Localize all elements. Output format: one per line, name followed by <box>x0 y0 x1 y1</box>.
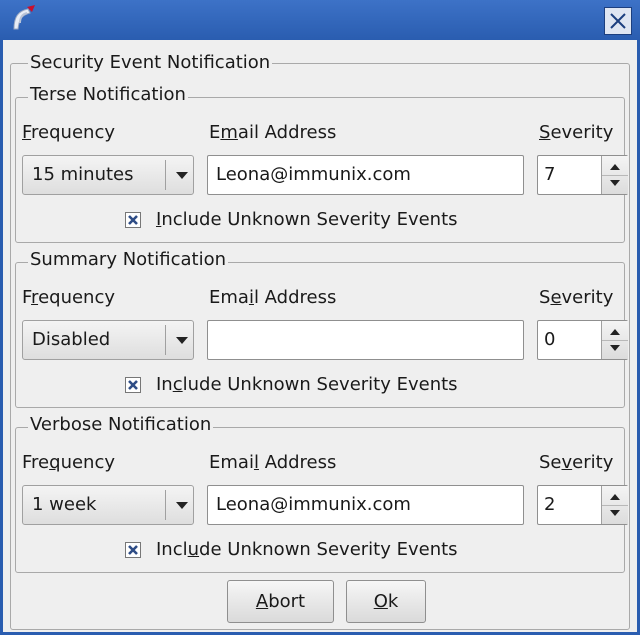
verbose-include-unknown-checkbox[interactable] <box>125 542 141 558</box>
checkmark-icon <box>128 380 138 390</box>
title-bar[interactable] <box>0 0 640 40</box>
summary-frequency-dropdown[interactable]: Disabled <box>22 320 194 360</box>
verbose-email-value: Leona@immunix.com <box>216 494 411 515</box>
terse-frequency-dropdown[interactable]: 15 minutes <box>22 155 194 195</box>
terse-severity-label: Severity <box>539 122 614 143</box>
spin-divider <box>602 340 628 341</box>
terse-include-unknown-label[interactable]: Include Unknown Severity Events <box>156 209 458 231</box>
verbose-email-label: Email Address <box>209 452 337 473</box>
dropdown-arrow-icon[interactable] <box>176 172 188 179</box>
spin-buttons[interactable] <box>601 156 628 194</box>
terse-include-unknown-checkbox[interactable] <box>125 212 141 228</box>
verbose-include-unknown-label[interactable]: Include Unknown Severity Events <box>156 539 458 561</box>
checkmark-icon <box>128 545 138 555</box>
close-icon <box>610 13 626 29</box>
summary-severity-value: 0 <box>544 329 556 350</box>
summary-notification-title: Summary Notification <box>28 249 228 271</box>
terse-notification-title: Terse Notification <box>28 84 188 106</box>
dropdown-separator <box>165 490 166 520</box>
ok-button[interactable]: Ok <box>346 580 426 623</box>
verbose-frequency-label: Frequency <box>22 452 116 473</box>
app-logo-icon <box>8 3 40 35</box>
verbose-frequency-value: 1 week <box>32 494 97 515</box>
spin-up-arrow-icon[interactable] <box>610 494 620 500</box>
spin-down-arrow-icon[interactable] <box>610 510 620 516</box>
spin-down-arrow-icon[interactable] <box>610 180 620 186</box>
summary-severity-label: Severity <box>539 287 614 308</box>
verbose-email-input[interactable]: Leona@immunix.com <box>207 485 524 525</box>
terse-severity-spinbox[interactable]: 7 <box>537 155 628 195</box>
verbose-severity-value: 2 <box>544 494 556 515</box>
checkmark-icon <box>128 215 138 225</box>
summary-include-unknown-label[interactable]: Include Unknown Severity Events <box>156 374 458 396</box>
terse-severity-value: 7 <box>544 164 556 185</box>
close-button[interactable] <box>604 7 632 35</box>
spin-divider <box>602 175 628 176</box>
dropdown-separator <box>165 325 166 355</box>
spin-up-arrow-icon[interactable] <box>610 164 620 170</box>
dropdown-arrow-icon[interactable] <box>176 337 188 344</box>
terse-email-label: Email Address <box>209 122 337 143</box>
verbose-severity-spinbox[interactable]: 2 <box>537 485 628 525</box>
summary-email-input[interactable] <box>207 320 524 360</box>
spin-down-arrow-icon[interactable] <box>610 345 620 351</box>
terse-email-input[interactable]: Leona@immunix.com <box>207 155 524 195</box>
window-border-left <box>0 40 3 635</box>
dropdown-arrow-icon[interactable] <box>176 502 188 509</box>
spin-divider <box>602 505 628 506</box>
spin-buttons[interactable] <box>601 486 628 524</box>
security-event-notification-title: Security Event Notification <box>28 52 273 74</box>
summary-include-unknown-checkbox[interactable] <box>125 377 141 393</box>
summary-frequency-value: Disabled <box>32 329 111 350</box>
dropdown-separator <box>165 160 166 190</box>
verbose-severity-label: Severity <box>539 452 614 473</box>
spin-up-arrow-icon[interactable] <box>610 329 620 335</box>
summary-email-label: Email Address <box>209 287 337 308</box>
verbose-notification-title: Verbose Notification <box>28 414 214 436</box>
terse-email-value: Leona@immunix.com <box>216 164 411 185</box>
abort-button[interactable]: Abort <box>227 580 334 623</box>
verbose-frequency-dropdown[interactable]: 1 week <box>22 485 194 525</box>
terse-frequency-value: 15 minutes <box>32 164 134 185</box>
spin-buttons[interactable] <box>601 321 628 359</box>
summary-frequency-label: Frequency <box>22 287 116 308</box>
terse-frequency-label: Frequency <box>22 122 115 143</box>
summary-severity-spinbox[interactable]: 0 <box>537 320 628 360</box>
